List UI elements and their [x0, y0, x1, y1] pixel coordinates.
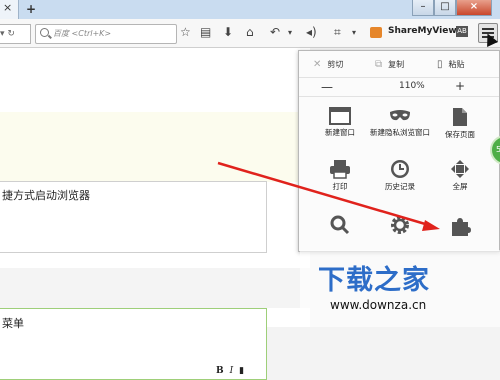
watermark-url: www.downza.cn — [330, 298, 427, 312]
save-icon[interactable]: ▮ — [239, 366, 244, 376]
italic-button[interactable]: I — [230, 366, 234, 376]
format-toolbar: B I ▮ — [216, 366, 244, 376]
bold-button[interactable]: B — [216, 366, 224, 376]
watermark-logo: 下载之家 — [318, 265, 430, 296]
